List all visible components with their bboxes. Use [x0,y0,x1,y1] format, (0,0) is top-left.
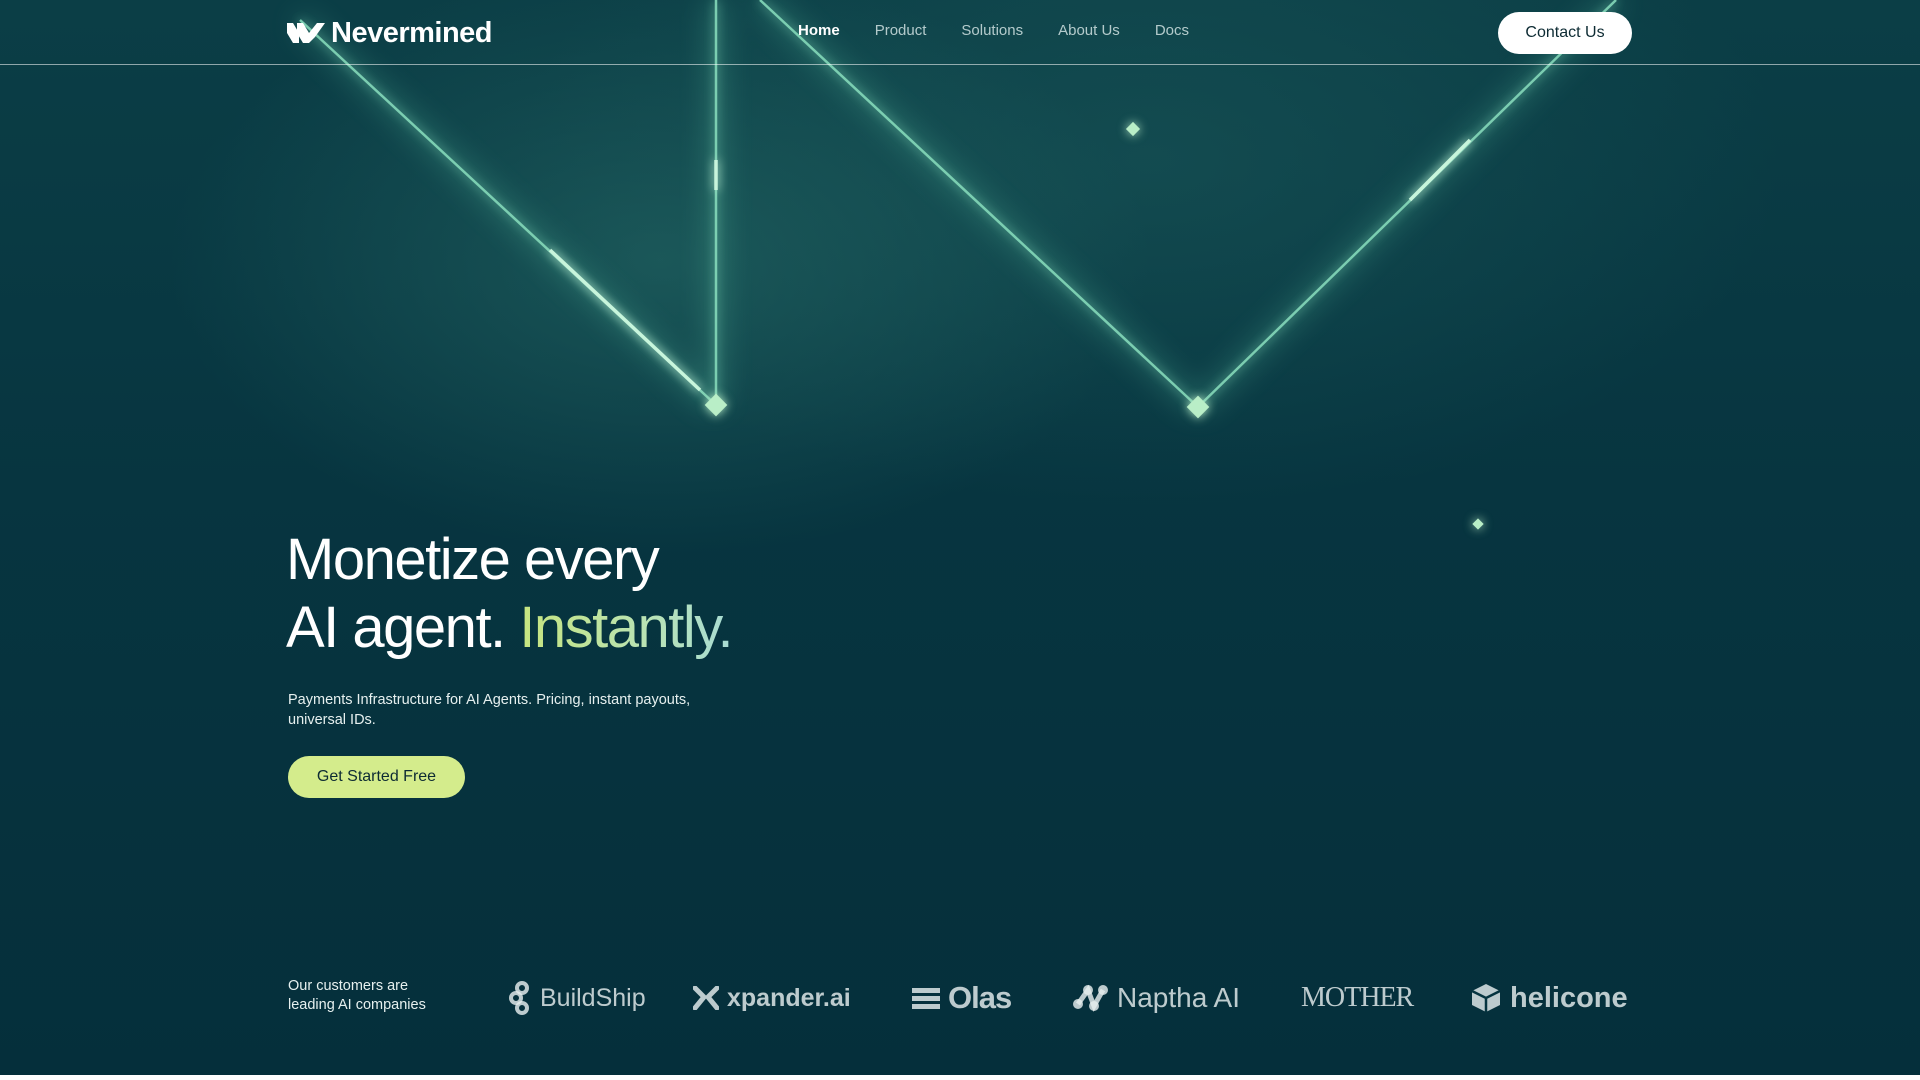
nav-link-product[interactable]: Product [875,20,927,42]
hero-headline: Monetize every AI agent. Instantly. [286,526,734,662]
xpander-logo-icon [693,986,719,1010]
customer-logo-buildship: BuildShip [508,976,646,1020]
brand-name-text: Naptha AI [1117,982,1240,1013]
headline-accent: Instantly. [519,595,733,660]
brand-logo[interactable]: Nevermined [287,16,493,49]
contact-us-button[interactable]: Contact Us [1498,12,1632,54]
brand-name-text: Olas [948,980,1012,1015]
top-navigation: Nevermined Home Product Solutions About … [0,0,1920,65]
headline-line-1: Monetize every [286,527,660,592]
nevermined-logo-icon [287,23,325,43]
nav-link-solutions[interactable]: Solutions [961,20,1023,42]
customer-logo-olas: Olas [912,976,1012,1020]
brand-name-text: helicone [1510,982,1628,1014]
customers-label: Our customers are leading AI companies [288,978,426,1013]
olas-logo-icon [912,988,940,1009]
customer-logos: BuildShip xpander.ai Olas Naptha AI MOTH… [508,976,1632,1020]
customer-logo-helicone: helicone [1470,976,1628,1020]
customer-logo-naptha: Naptha AI [1071,976,1240,1020]
headline-line-2: AI agent. [286,595,506,660]
helicone-logo-icon [1471,984,1501,1012]
brand-name-text: BuildShip [540,984,646,1012]
nav-link-home[interactable]: Home [798,20,840,42]
nav-link-docs[interactable]: Docs [1155,20,1189,42]
brand-name: Nevermined [331,16,493,49]
brand-name-text: xpander.ai [727,984,851,1012]
hero-section: Nevermined Home Product Solutions About … [0,0,1920,1075]
get-started-button[interactable]: Get Started Free [288,756,465,798]
hero-subtext: Payments Infrastructure for AI Agents. P… [288,692,691,728]
nav-links: Home Product Solutions About Us Docs [798,20,1189,42]
beam-node [1472,518,1484,530]
naptha-logo-icon [1073,984,1108,1012]
nav-link-about-us[interactable]: About Us [1058,20,1120,42]
beam-node [1125,121,1141,137]
mother-wordmark: MOTHER [1301,982,1414,1013]
buildship-logo-icon [509,981,529,1015]
customer-logo-mother: MOTHER [1301,976,1414,1020]
customer-logo-xpander: xpander.ai [693,976,851,1020]
